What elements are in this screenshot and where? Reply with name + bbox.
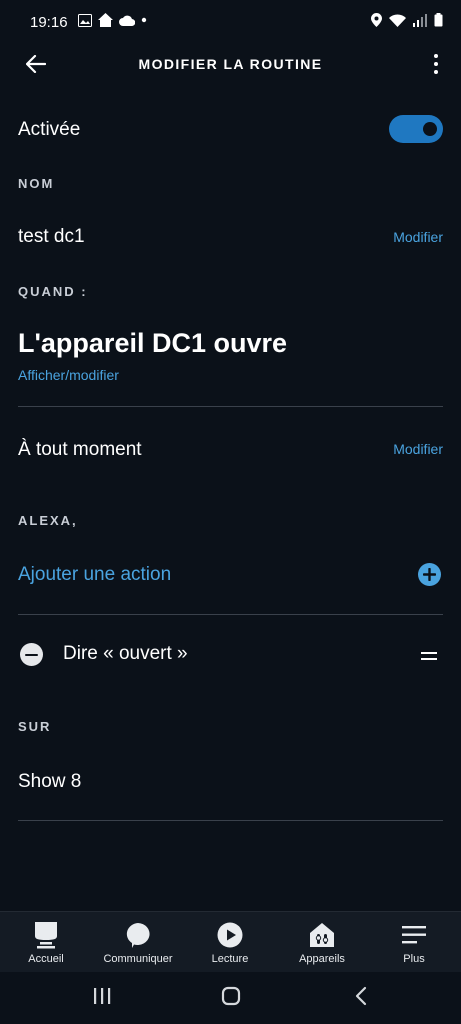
edit-schedule-link[interactable]: Modifier <box>393 441 443 457</box>
home-button-icon[interactable] <box>221 986 241 1006</box>
nav-item-devices[interactable]: Appareils <box>276 920 368 965</box>
routine-name: test dc1 <box>18 226 85 247</box>
view-edit-trigger-link[interactable]: Afficher/modifier <box>18 367 119 383</box>
status-time: 19:16 <box>30 14 68 31</box>
nav-item-home[interactable]: Accueil <box>0 920 92 965</box>
trigger-title[interactable]: L'appareil DC1 ouvre <box>18 328 287 359</box>
nav-item-communicate[interactable]: Communiquer <box>92 920 184 965</box>
wifi-icon <box>389 13 406 27</box>
play-icon <box>217 922 243 948</box>
cloud-icon <box>119 15 135 26</box>
remove-action-button[interactable] <box>20 643 43 666</box>
more-vertical-icon <box>434 54 438 58</box>
status-notification-icons <box>78 13 147 27</box>
signal-icon <box>413 13 427 27</box>
image-icon <box>78 13 92 27</box>
action-item[interactable]: Dire « ouvert » <box>63 643 188 665</box>
location-icon <box>371 13 382 27</box>
chat-icon <box>126 923 150 948</box>
device-name[interactable]: Show 8 <box>18 771 81 793</box>
enabled-label: Activée <box>18 119 81 140</box>
system-navigation-bar <box>0 972 461 1024</box>
alexa-section-label: ALEXA, <box>18 513 78 528</box>
menu-icon <box>402 926 426 944</box>
more-options-button[interactable] <box>428 50 444 78</box>
battery-icon <box>434 13 443 27</box>
nav-label: Communiquer <box>103 953 173 965</box>
house-icon <box>98 13 113 27</box>
nav-item-play[interactable]: Lecture <box>184 920 276 965</box>
plus-icon <box>423 568 436 581</box>
page-title: MODIFIER LA ROUTINE <box>138 56 323 72</box>
dot-icon <box>141 17 147 23</box>
add-action-link[interactable]: Ajouter une action <box>18 564 171 586</box>
status-system-icons <box>371 13 443 27</box>
on-section-label: SUR <box>18 719 52 734</box>
nav-label: Plus <box>403 953 425 965</box>
when-section-label: QUAND : <box>18 284 88 299</box>
nav-label: Lecture <box>211 953 249 965</box>
home-icon <box>35 922 57 949</box>
recent-apps-icon[interactable] <box>92 986 112 1006</box>
devices-icon <box>310 923 334 947</box>
back-nav-icon[interactable] <box>353 986 369 1006</box>
bottom-nav: Accueil Communiquer Lecture Appareils Pl… <box>0 911 461 972</box>
divider <box>18 406 443 407</box>
divider <box>18 820 443 821</box>
edit-name-link[interactable]: Modifier <box>393 229 443 245</box>
drag-handle-icon[interactable] <box>421 650 437 662</box>
name-section-label: NOM <box>18 176 55 191</box>
schedule-text: À tout moment <box>18 439 142 460</box>
nav-label: Accueil <box>28 953 64 965</box>
add-action-button[interactable] <box>418 563 441 586</box>
divider <box>18 614 443 615</box>
nav-item-more[interactable]: Plus <box>368 920 460 965</box>
enabled-toggle[interactable] <box>389 115 443 143</box>
nav-label: Appareils <box>299 953 345 965</box>
